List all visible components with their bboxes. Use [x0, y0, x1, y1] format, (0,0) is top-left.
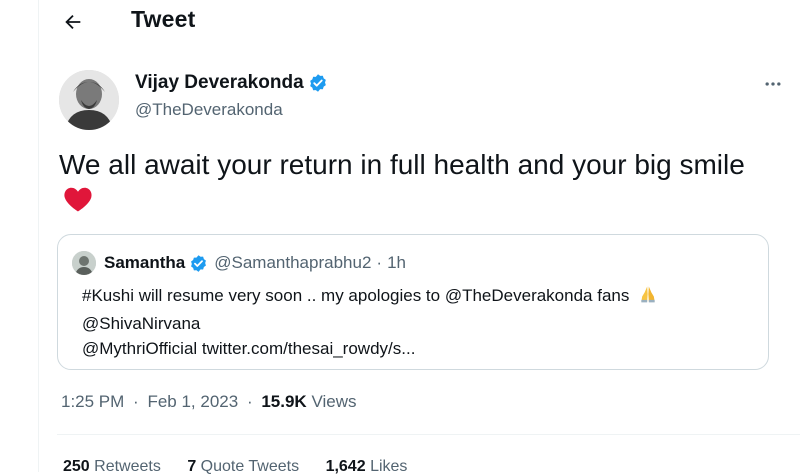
quoted-line: @ShivaNirvana	[82, 314, 201, 333]
separator-dot: ·	[133, 392, 139, 411]
tweet-time[interactable]: 1:25 PM	[61, 392, 124, 411]
header-bar: Tweet	[39, 0, 800, 44]
quote-tweets-stat[interactable]: 7 Quote Tweets	[187, 458, 303, 475]
author-name[interactable]: Vijay Deverakonda	[135, 72, 304, 94]
quoted-author-handle: @Samanthaprabhu2	[214, 253, 372, 272]
back-button[interactable]	[59, 8, 87, 36]
retweets-label: Retweets	[94, 458, 161, 475]
tweet-date[interactable]: Feb 1, 2023	[147, 392, 238, 411]
arrow-left-icon	[65, 14, 81, 30]
quoted-line: #Kushi will resume very soon .. my apolo…	[82, 283, 762, 311]
quote-tweets-count: 7	[187, 458, 197, 475]
folded-hands-icon	[638, 284, 658, 311]
quoted-avatar	[72, 251, 96, 275]
quoted-author-name: Samantha	[104, 253, 186, 272]
quoted-tweet-header: Samantha @Samanthaprabhu2 · 1h	[72, 251, 406, 275]
tweet-text: We all await your return in full health …	[59, 146, 759, 222]
more-options-button[interactable]	[761, 72, 785, 96]
likes-stat[interactable]: 1,642 Likes	[326, 458, 408, 475]
separator-dot: ·	[246, 392, 253, 411]
views-count: 15.9K	[261, 392, 307, 411]
retweets-stat[interactable]: 250 Retweets	[63, 458, 165, 475]
retweets-count: 250	[63, 458, 90, 475]
divider	[57, 434, 800, 435]
more-horizontal-icon	[765, 82, 781, 86]
quoted-timestamp: 1h	[387, 253, 406, 272]
tweet-column: Tweet Vijay Deverakonda @TheDeverakonda …	[38, 0, 800, 475]
quoted-line-text: #Kushi will resume very soon .. my apolo…	[82, 286, 630, 305]
views-label: Views	[311, 392, 357, 411]
author-name-row: Vijay Deverakonda	[135, 72, 328, 94]
verified-badge-icon	[189, 254, 208, 273]
quoted-tweet-card[interactable]: Samantha @Samanthaprabhu2 · 1h #Kushi wi…	[57, 234, 769, 370]
quote-tweets-label: Quote Tweets	[200, 458, 300, 475]
likes-label: Likes	[370, 458, 408, 475]
separator-dot: ·	[376, 253, 383, 272]
tweet-body: We all await your return in full health …	[59, 149, 745, 180]
quoted-line: @MythriOfficial twitter.com/thesai_rowdy…	[82, 339, 416, 358]
quoted-tweet-text: #Kushi will resume very soon .. my apolo…	[82, 283, 762, 361]
avatar-image	[59, 70, 119, 130]
verified-badge-icon	[308, 73, 328, 93]
tweet-meta: 1:25 PM · Feb 1, 2023 · 15.9K Views	[61, 392, 357, 412]
likes-count: 1,642	[325, 458, 366, 475]
page-title: Tweet	[131, 6, 196, 32]
author-handle[interactable]: @TheDeverakonda	[135, 100, 283, 120]
red-heart-icon	[63, 185, 93, 222]
engagement-stats: 250 Retweets 7 Quote Tweets 1,642 Likes	[63, 458, 429, 476]
author-avatar[interactable]	[59, 70, 119, 130]
